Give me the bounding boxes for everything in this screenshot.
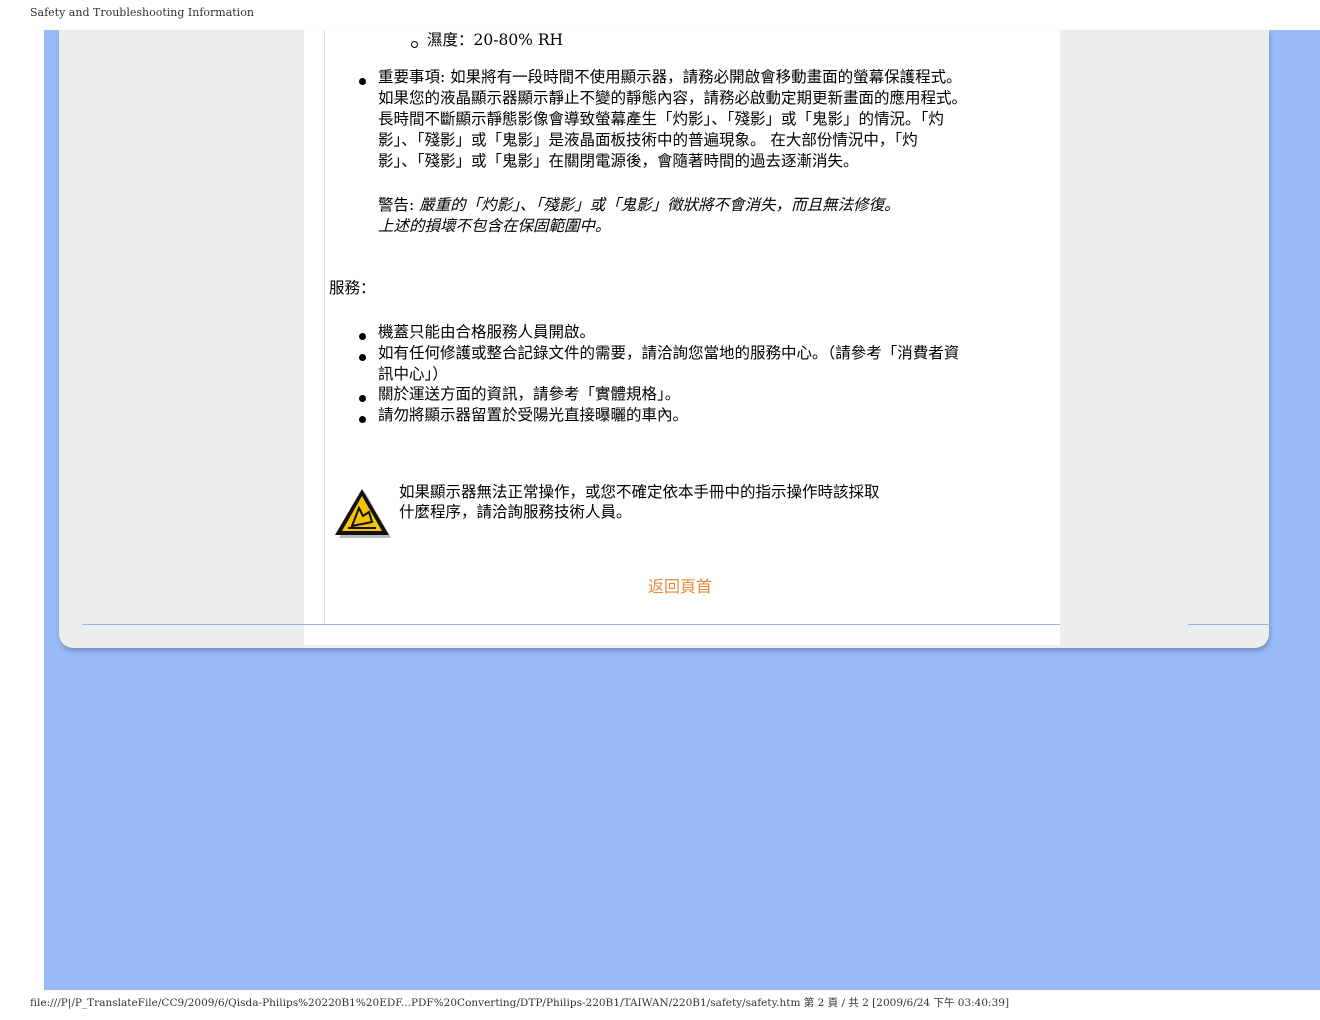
document-title: Safety and Troubleshooting Information [30,6,254,19]
important-line-4: 影」、「殘影」或「鬼影」是液晶面板技術中的普遍現象。 在大部份情況中，「灼 [378,131,918,149]
sub-bullet-icon [411,41,418,48]
service-item-2-cont: 訊中心」） [378,365,448,383]
content-bottom-rule [304,624,1060,625]
file-path-footer: file:///P|/P_TranslateFile/CC9/2009/6/Qi… [30,997,1010,1009]
caution-line-1: 如果顯示器無法正常操作，或您不確定依本手冊中的指示操作時該採取 [399,483,880,501]
bullet-icon [359,416,366,423]
back-to-top-link[interactable]: 返回頁首 [648,573,712,597]
important-line-2: 如果您的液晶顯示器顯示靜止不變的靜態內容，請務必啟動定期更新畫面的應用程式。 [378,89,968,107]
service-item-4: 請勿將顯示器留置於受陽光直接曝曬的車內。 [378,406,689,424]
frame-rule-right [1188,624,1272,625]
content-divider [324,30,325,624]
important-line-5: 影」、「殘影」或「鬼影」在關閉電源後，會隨著時間的過去逐漸消失。 [378,152,859,170]
humidity-spec: 濕度：20-80% RH [427,31,564,49]
important-line-1: 重要事項: 如果將有一段時間不使用顯示器，請務必開啟會移動畫面的螢幕保護程式。 [378,68,962,86]
frame-rule-left [82,624,304,625]
service-item-1: 機蓋只能由合格服務人員開啟。 [378,323,596,341]
warning-line-1: 嚴重的「灼影」、「殘影」或「鬼影」徵狀將不會消失，而且無法修復。 [419,196,900,214]
bullet-icon [359,354,366,361]
warning-line-2: 上述的損壞不包含在保固範圍中。 [378,217,611,235]
caution-line-2: 什麼程序，請洽詢服務技術人員。 [399,503,632,521]
warning-label: 警告: [378,196,420,214]
service-item-2: 如有任何修護或整合記錄文件的需要，請洽詢您當地的服務中心。（請參考「消費者資 [378,344,960,362]
bullet-icon [359,78,366,85]
bullet-icon [359,395,366,402]
service-item-3: 關於運送方面的資訊，請參考「實體規格」。 [378,385,681,403]
warning-triangle-icon [335,489,391,538]
service-heading: 服務： [329,279,376,297]
warning-text: 警告: 嚴重的「灼影」、「殘影」或「鬼影」徵狀將不會消失，而且無法修復。 [378,195,900,216]
important-line-3: 長時間不斷顯示靜態影像會導致螢幕產生「灼影」、「殘影」或「鬼影」的情況。「灼 [378,110,944,128]
bullet-icon [359,333,366,340]
